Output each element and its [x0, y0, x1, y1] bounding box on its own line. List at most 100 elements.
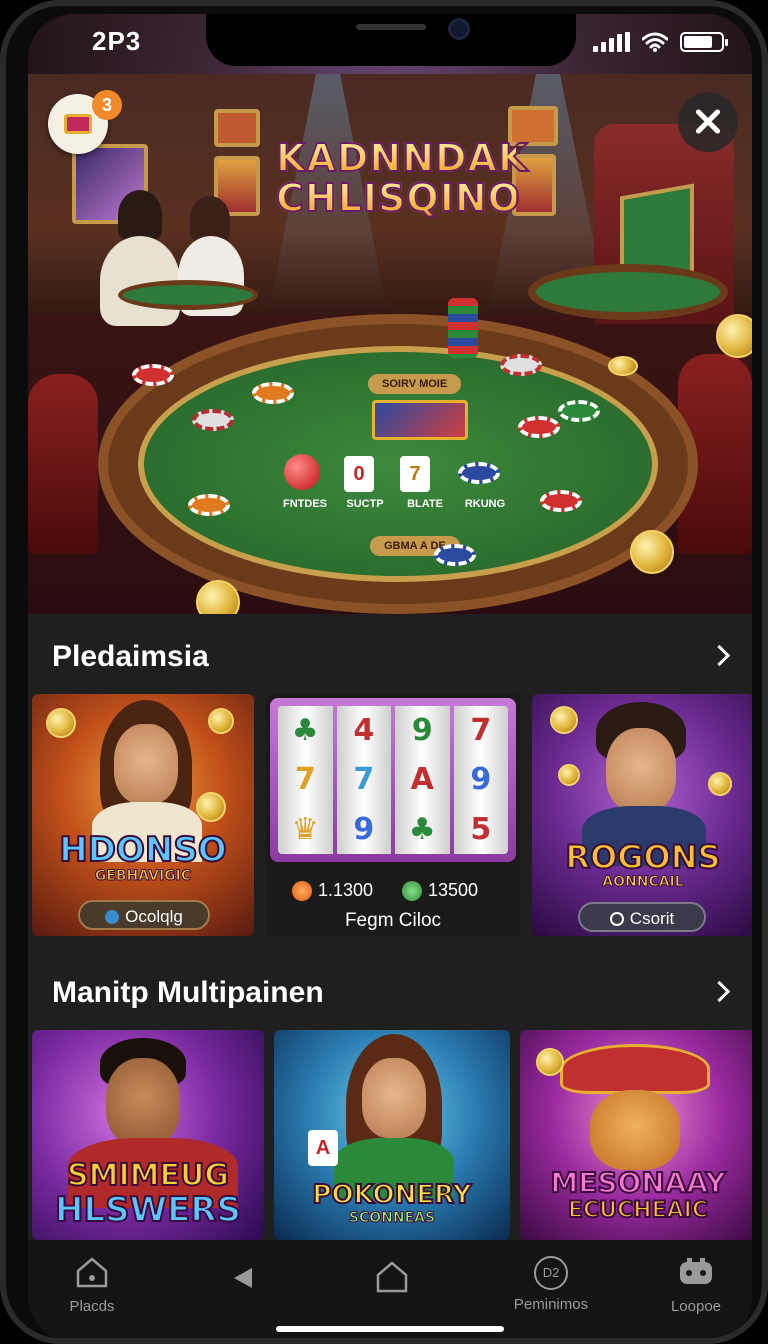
- game-subtitle: ECUCHEAIC: [567, 1197, 709, 1224]
- chevron-right-icon[interactable]: [710, 982, 730, 1002]
- poker-chip: [434, 544, 476, 566]
- gem-icon: [402, 880, 422, 901]
- notification-count: 3: [92, 90, 122, 120]
- clock-icon: [609, 912, 624, 926]
- stat-coins: 1.1300: [292, 880, 373, 901]
- nav-label: Peminimos: [513, 1296, 589, 1313]
- poker-chip: [500, 354, 542, 376]
- slot-reel: ♣ 7 ♛: [278, 706, 333, 854]
- slot-reel: 9 A ♣: [395, 706, 450, 854]
- character-face: [106, 1058, 180, 1146]
- side-table: [528, 264, 728, 320]
- table-felt: SOIRV MOIE 0 7 FNTDES SUCTP BLATE RKUNG …: [138, 346, 658, 582]
- slot-reel: 479: [336, 706, 391, 854]
- playing-card: A: [308, 1130, 338, 1166]
- game-subtitle: AONNCAIL: [602, 874, 684, 891]
- hat: [560, 1044, 710, 1094]
- nav-back[interactable]: [218, 1266, 268, 1300]
- gold-coin: [708, 772, 732, 796]
- character-face: [114, 724, 178, 804]
- poker-chip: [458, 462, 500, 484]
- gamepad-icon: [680, 1258, 712, 1284]
- slot-label: Fegm Ciloc: [344, 910, 442, 931]
- game-title: HDONSO: [58, 829, 227, 871]
- poker-chip: [558, 400, 600, 422]
- camera-notch: [206, 14, 576, 66]
- chevron-right-icon[interactable]: [710, 646, 730, 666]
- signal-icon: [593, 32, 630, 52]
- nav-label: Placds: [69, 1298, 115, 1315]
- gold-coin: [46, 708, 76, 738]
- app-icon-badge[interactable]: 3: [48, 90, 122, 154]
- gold-coin: [716, 314, 752, 358]
- coin-icon: [292, 880, 312, 901]
- home-indicator[interactable]: [276, 1326, 504, 1332]
- poker-chip: [540, 490, 582, 512]
- globe-icon: [105, 910, 120, 924]
- slot-reel: 795: [453, 706, 508, 854]
- poker-chip: [192, 409, 234, 431]
- close-button[interactable]: [678, 92, 738, 152]
- wifi-icon: [642, 32, 668, 52]
- nav-home[interactable]: [362, 1260, 422, 1304]
- felt-center-logo: [372, 400, 468, 440]
- status-time: 2P3: [92, 26, 142, 56]
- section-title: Pledaimsia: [52, 640, 209, 673]
- game-tile[interactable]: MESONAAY ECUCHEAIC: [520, 1030, 752, 1240]
- nav-item-loopoe[interactable]: Loopoe: [656, 1256, 736, 1315]
- speaker-grill: [356, 24, 426, 30]
- stat-value: 13500: [428, 880, 479, 900]
- play-button-label: Csorit: [629, 909, 675, 928]
- battery-icon: [680, 32, 728, 52]
- red-ball: [284, 454, 320, 490]
- chair: [28, 374, 98, 554]
- game-title: MESONAAY: [549, 1165, 726, 1200]
- game-title: SMIMEUG: [66, 1157, 230, 1194]
- gold-coin: [208, 708, 234, 734]
- game-subtitle: HLSWERS: [54, 1189, 242, 1231]
- back-table: [118, 280, 258, 310]
- felt-top-pill: SOIRV MOIE: [368, 374, 462, 394]
- nav-item-peminimos[interactable]: D2 Peminimos: [506, 1256, 596, 1313]
- poker-chip: [518, 416, 560, 438]
- stat-value: 1.1300: [318, 880, 374, 900]
- section-title: Manitp Multipainen: [52, 976, 324, 1009]
- gold-coin: [630, 530, 674, 574]
- poker-chip: [188, 494, 230, 516]
- tiger-face: [590, 1090, 680, 1170]
- character-face: [362, 1058, 426, 1138]
- game-tile[interactable]: HDONSO GEBHAVIGIC Ocolqlg: [32, 694, 254, 936]
- slot-game-tile[interactable]: ♣ 7 ♛ 479 9 A ♣ 795 1.1300 13500 Fegm Ciloc: [266, 694, 520, 936]
- poker-table: SOIRV MOIE 0 7 FNTDES SUCTP BLATE RKUNG …: [98, 314, 698, 614]
- game-tile[interactable]: SMIMEUG HLSWERS: [32, 1030, 264, 1240]
- patron-head: [118, 190, 162, 240]
- gold-coin: [550, 706, 578, 734]
- d2-icon: D2: [534, 1256, 568, 1290]
- slot-frame: ♣ 7 ♛ 479 9 A ♣ 795: [270, 698, 516, 862]
- game-tile[interactable]: ROGONS AONNCAIL Csorit: [532, 694, 752, 936]
- chip-stack: [448, 298, 478, 358]
- gold-coin: [558, 764, 580, 786]
- section-header-featured[interactable]: Pledaimsia: [28, 626, 752, 686]
- gold-coin: [608, 356, 638, 376]
- game-tile[interactable]: A POKONERY SCONNEAS: [274, 1030, 510, 1240]
- hero-banner[interactable]: SOIRV MOIE 0 7 FNTDES SUCTP BLATE RKUNG …: [28, 14, 752, 614]
- house-icon: [76, 1257, 108, 1288]
- game-subtitle: SCONNEAS: [348, 1210, 436, 1227]
- nav-item-placds[interactable]: Placds: [52, 1256, 132, 1315]
- slot-reels: ♣ 7 ♛ 479 9 A ♣ 795: [278, 706, 508, 854]
- phone-frame: SOIRV MOIE 0 7 FNTDES SUCTP BLATE RKUNG …: [0, 0, 768, 1344]
- poker-chip: [132, 364, 174, 386]
- logo-line1: KADNNDAK: [275, 136, 529, 180]
- game-subtitle: GEBHAVIGIC: [94, 868, 192, 885]
- play-button-label: Ocolqlg: [125, 907, 183, 926]
- playing-card: 0: [344, 456, 374, 492]
- front-camera: [448, 18, 470, 40]
- play-button[interactable]: Csorit: [578, 902, 706, 932]
- playing-card: 7: [400, 456, 430, 492]
- section-header-multiplayer[interactable]: Manitp Multipainen: [28, 962, 752, 1022]
- felt-label: RKUNG: [464, 498, 506, 510]
- nav-label: Loopoe: [670, 1298, 722, 1315]
- stat-gems: 13500: [402, 880, 478, 901]
- play-button[interactable]: Ocolqlg: [78, 900, 210, 930]
